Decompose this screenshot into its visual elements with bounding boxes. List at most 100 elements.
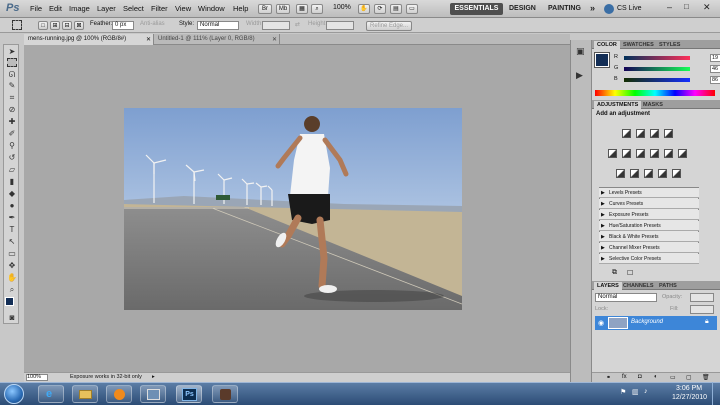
hue-saturation-icon[interactable] — [622, 149, 631, 158]
black-white-icon[interactable] — [650, 149, 659, 158]
document-image[interactable] — [124, 108, 462, 310]
feather-input[interactable]: 0 px — [112, 21, 134, 30]
clock-time[interactable]: 3:06 PM — [676, 385, 702, 392]
menu-view[interactable]: View — [175, 4, 191, 13]
new-selection-icon[interactable]: □ — [38, 21, 48, 30]
layer-name[interactable]: Background — [631, 319, 663, 325]
workspace-essentials[interactable]: ESSENTIALS — [450, 3, 503, 15]
new-group-icon[interactable]: ▭ — [670, 374, 676, 381]
slider-r-track[interactable] — [624, 56, 690, 60]
slider-g-track[interactable] — [624, 67, 690, 71]
levels-icon[interactable] — [636, 129, 645, 138]
taskbar-explorer-icon[interactable] — [72, 385, 98, 403]
crop-tool-icon[interactable]: ⌗ — [7, 93, 17, 102]
cs-live-icon[interactable] — [604, 4, 614, 14]
actions-icon[interactable]: ▶ — [576, 70, 583, 81]
taskbar-capture-icon[interactable] — [212, 385, 238, 403]
height-input[interactable] — [326, 21, 354, 30]
eraser-icon[interactable]: ▱ — [7, 165, 17, 174]
anti-alias-checkbox[interactable]: Anti-alias — [140, 21, 165, 27]
delete-layer-icon[interactable]: 🗑︎ — [702, 374, 710, 381]
menu-layer[interactable]: Layer — [97, 4, 116, 13]
hand-tool-icon[interactable]: ✋ — [7, 273, 17, 282]
exposure-icon[interactable] — [664, 129, 673, 138]
arrange-docs-icon[interactable]: ▤ — [390, 4, 402, 14]
layer-row-background[interactable]: ◉ Background 🔒︎ — [595, 316, 717, 330]
history-icon[interactable]: ▣ — [576, 46, 585, 57]
close-icon[interactable]: ✕ — [703, 2, 711, 13]
preset-selective-color[interactable]: Selective Color Presets — [599, 254, 699, 264]
color-spectrum[interactable] — [595, 90, 715, 96]
slider-g[interactable]: G 46 — [614, 65, 720, 73]
preset-black-white[interactable]: Black & White Presets — [599, 232, 699, 242]
brightness-icon[interactable] — [622, 129, 631, 138]
zoom-tool-icon[interactable]: ⌕ — [7, 285, 17, 294]
clip-layer-icon[interactable]: ⧉ — [612, 269, 617, 277]
menu-file[interactable]: File — [30, 4, 42, 13]
clone-stamp-icon[interactable]: ⚲ — [7, 141, 17, 150]
history-brush-icon[interactable]: ↺ — [7, 153, 17, 162]
minimize-icon[interactable]: – — [667, 2, 672, 12]
tab-masks[interactable]: MASKS — [640, 101, 666, 109]
blend-mode-select[interactable]: Normal — [595, 293, 657, 302]
vibrance-icon[interactable] — [608, 149, 617, 158]
adjustment-layer-icon[interactable]: ◐ — [654, 374, 658, 380]
taskbar-photoshop-icon[interactable]: Ps — [176, 385, 202, 403]
threshold-icon[interactable] — [644, 169, 653, 178]
opacity-input[interactable] — [690, 293, 714, 302]
tab-layers[interactable]: LAYERS — [594, 282, 622, 290]
add-selection-icon[interactable]: ⊞ — [50, 21, 60, 30]
width-input[interactable] — [262, 21, 290, 30]
path-select-icon[interactable]: ↖ — [7, 237, 17, 246]
refine-edge-button[interactable]: Refine Edge... — [366, 21, 412, 31]
selective-color-icon[interactable] — [672, 169, 681, 178]
tray-volume-icon[interactable]: ♪ — [644, 388, 648, 395]
start-button-icon[interactable] — [4, 384, 24, 404]
zoom-level-icon[interactable]: ⌕ — [311, 4, 323, 14]
slider-g-value[interactable]: 46 — [710, 65, 720, 73]
subtract-selection-icon[interactable]: ⊟ — [62, 21, 72, 30]
3d-rotate-icon[interactable]: ✥ — [7, 261, 17, 270]
layer-style-icon[interactable]: fx — [622, 374, 627, 380]
tab-swatches[interactable]: SWATCHES — [620, 41, 657, 49]
fill-input[interactable] — [690, 305, 714, 314]
screen-mode-icon[interactable]: ▭ — [406, 4, 418, 14]
eyedropper-icon[interactable]: ⊘ — [7, 105, 17, 114]
posterize-icon[interactable] — [630, 169, 639, 178]
bridge-button[interactable]: Br — [258, 4, 272, 14]
slider-b[interactable]: B 86 — [614, 76, 720, 84]
rotate-view-icon[interactable]: ⟳ — [374, 4, 386, 14]
quick-mask-icon[interactable]: ◙ — [7, 313, 17, 322]
preset-hue-saturation[interactable]: Hue/Saturation Presets — [599, 221, 699, 231]
zoom-level[interactable]: 100% — [333, 4, 351, 11]
quick-select-icon[interactable]: ✎ — [7, 81, 17, 90]
workspace-painting[interactable]: PAINTING — [548, 5, 581, 12]
shape-tool-icon[interactable]: ▭ — [7, 249, 17, 258]
gradient-map-icon[interactable] — [658, 169, 667, 178]
menu-window[interactable]: Window — [198, 4, 225, 13]
tab-styles[interactable]: STYLES — [656, 41, 683, 49]
menu-image[interactable]: Image — [69, 4, 90, 13]
menu-edit[interactable]: Edit — [49, 4, 62, 13]
more-workspaces-icon[interactable]: » — [590, 3, 595, 13]
guides-button[interactable]: ▦ — [296, 4, 308, 14]
pen-tool-icon[interactable]: ✒ — [7, 213, 17, 222]
preset-channel-mixer[interactable]: Channel Mixer Presets — [599, 243, 699, 253]
tab-untitled[interactable]: Untitled-1 @ 111% (Layer 0, RGB/8) — [154, 34, 280, 45]
preset-curves[interactable]: Curves Presets — [599, 199, 699, 209]
new-layer-icon[interactable]: ▢ — [686, 374, 692, 381]
taskbar-media-player-icon[interactable] — [106, 385, 132, 403]
preset-exposure[interactable]: Exposure Presets — [599, 210, 699, 220]
tab-mens-running[interactable]: mens-running.jpg @ 100% (RGB/8#) — [24, 34, 154, 45]
channel-mixer-icon[interactable] — [678, 149, 687, 158]
status-zoom[interactable]: 100% — [26, 374, 48, 381]
taskbar-app-icon[interactable] — [140, 385, 166, 403]
slider-b-value[interactable]: 86 — [710, 76, 720, 84]
tab-adjustments[interactable]: ADJUSTMENTS — [594, 101, 642, 109]
tray-flag-icon[interactable]: ⚑ — [620, 388, 626, 396]
move-tool-icon[interactable]: ➤ — [7, 47, 17, 56]
cs-live[interactable]: CS Live — [617, 5, 642, 12]
taskbar-ie-icon[interactable]: e — [38, 385, 64, 403]
slider-r-value[interactable]: 19 — [710, 54, 720, 62]
swap-icon[interactable]: ⇄ — [295, 21, 300, 28]
